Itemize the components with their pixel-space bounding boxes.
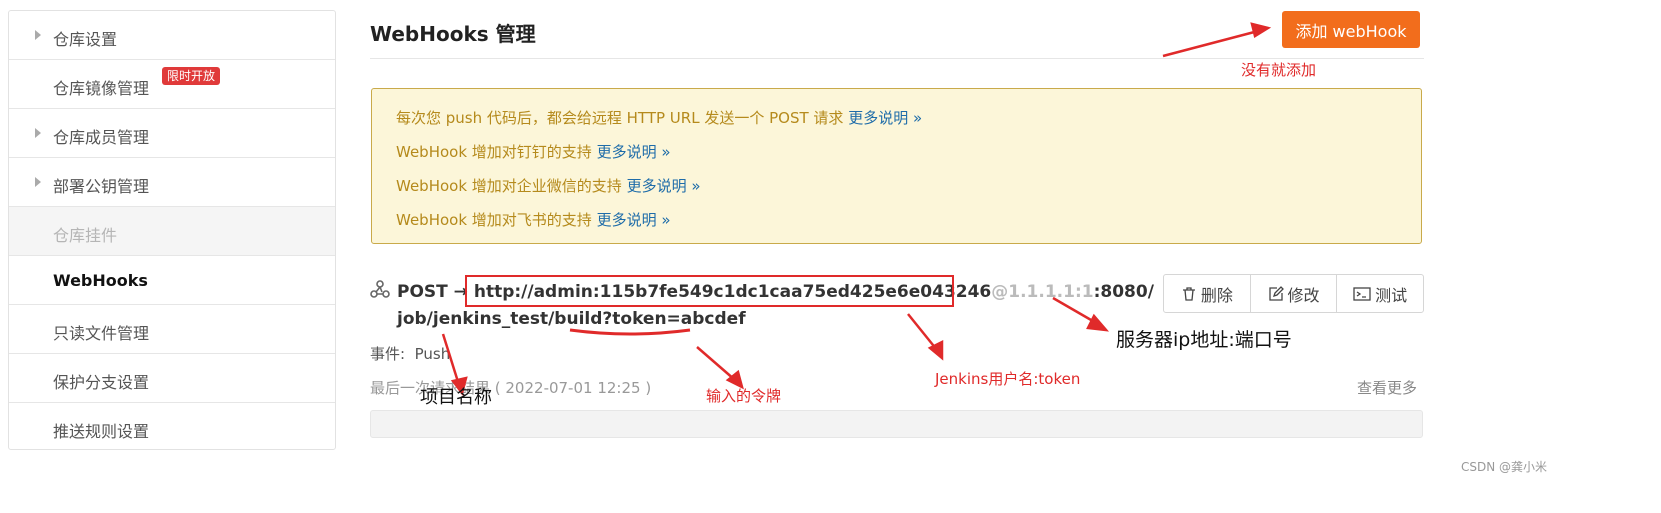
annotation-arrows	[441, 22, 1272, 396]
watermark: CSDN @龚小米	[1461, 460, 1548, 474]
annotation-project: 项目名称	[420, 387, 492, 408]
arrow-line	[1162, 28, 1263, 58]
arrow-line	[907, 313, 938, 351]
annotation-token: 输入的令牌	[706, 387, 782, 405]
token-underline	[569, 328, 691, 336]
arrow-line	[441, 333, 461, 386]
annotation-jenkins: Jenkins用户名:token	[935, 370, 1081, 388]
annotation-ip: 服务器ip地址:端口号	[1116, 329, 1292, 351]
annotation-add: 没有就添加	[1241, 61, 1317, 79]
arrow-head	[1086, 313, 1110, 332]
arrow-line	[696, 346, 736, 381]
arrow-head	[1250, 22, 1272, 38]
